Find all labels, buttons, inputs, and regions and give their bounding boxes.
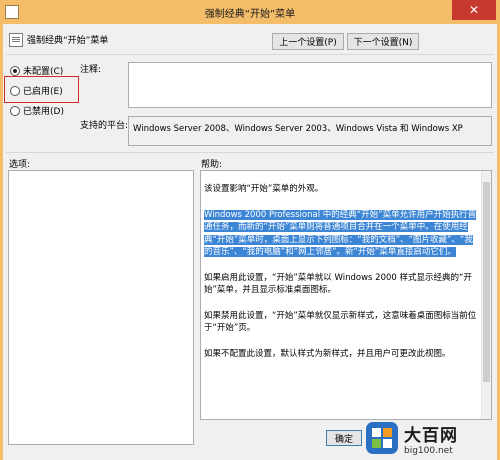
help-scrollbar[interactable] [481, 171, 491, 419]
window-title: 强制经典“开始”菜单 [204, 8, 296, 20]
section-divider [6, 152, 494, 153]
next-setting-button[interactable]: 下一个设置(N) [347, 33, 419, 50]
title-bar[interactable]: 强制经典“开始”菜单 ✕ [0, 0, 500, 24]
previous-setting-button[interactable]: 上一个设置(P) [272, 33, 344, 50]
policy-icon [9, 33, 23, 47]
watermark-logo: 大百网 big100.net [364, 416, 498, 460]
comment-textarea[interactable] [128, 62, 492, 108]
help-label: 帮助: [201, 160, 223, 170]
window-frame-left [0, 24, 3, 460]
help-paragraph: 如果启用此设置，“开始”菜单就以 Windows 2000 样式显示经典的“开始… [204, 272, 472, 296]
policy-dialog: 强制经典“开始”菜单 ✕ 强制经典“开始”菜单 上一个设置(P) 下一个设置(N… [0, 0, 500, 460]
highlight-annotation-box [4, 76, 79, 103]
radio-label: 已禁用(D) [23, 107, 64, 117]
help-paragraph: 如果不配置此设置，默认样式为新样式，并且用户可更改此视图。 [204, 348, 451, 359]
help-panel[interactable]: 该设置影响“开始”菜单的外观。 Windows 2000 Professiona… [200, 170, 492, 420]
close-button[interactable]: ✕ [452, 0, 496, 20]
ok-button[interactable]: 确定 [326, 430, 362, 446]
help-paragraph: 该设置影响“开始”菜单的外观。 [204, 184, 324, 194]
help-paragraph-selected: Windows 2000 Professional 中的经典“开始”菜单允许用户… [204, 209, 479, 259]
radio-button[interactable] [10, 65, 20, 76]
scrollbar-thumb[interactable] [483, 182, 490, 382]
comment-label: 注释: [80, 65, 102, 75]
radio-button[interactable] [10, 105, 20, 116]
header-divider [6, 54, 494, 55]
supported-platform-value: Windows Server 2008、Windows Server 2003、… [128, 116, 492, 146]
policy-title: 强制经典“开始”菜单 [27, 36, 109, 46]
selected-text: Windows 2000 Professional 中的经典“开始”菜单允许用户… [204, 209, 477, 257]
supported-platform-label: 支持的平台: [80, 121, 129, 131]
options-label: 选项: [9, 160, 31, 170]
help-paragraph: 如果禁用此设置，“开始”菜单就仅显示新样式，这意味着桌面图标当前位于“开始”页。 [204, 310, 477, 334]
logo-icon [366, 422, 398, 454]
radio-disabled[interactable]: 已禁用(D) [10, 104, 64, 117]
watermark-url: big100.net [404, 445, 453, 456]
options-panel[interactable] [8, 170, 194, 445]
watermark-title: 大百网 [404, 425, 458, 446]
window-icon [5, 5, 19, 19]
